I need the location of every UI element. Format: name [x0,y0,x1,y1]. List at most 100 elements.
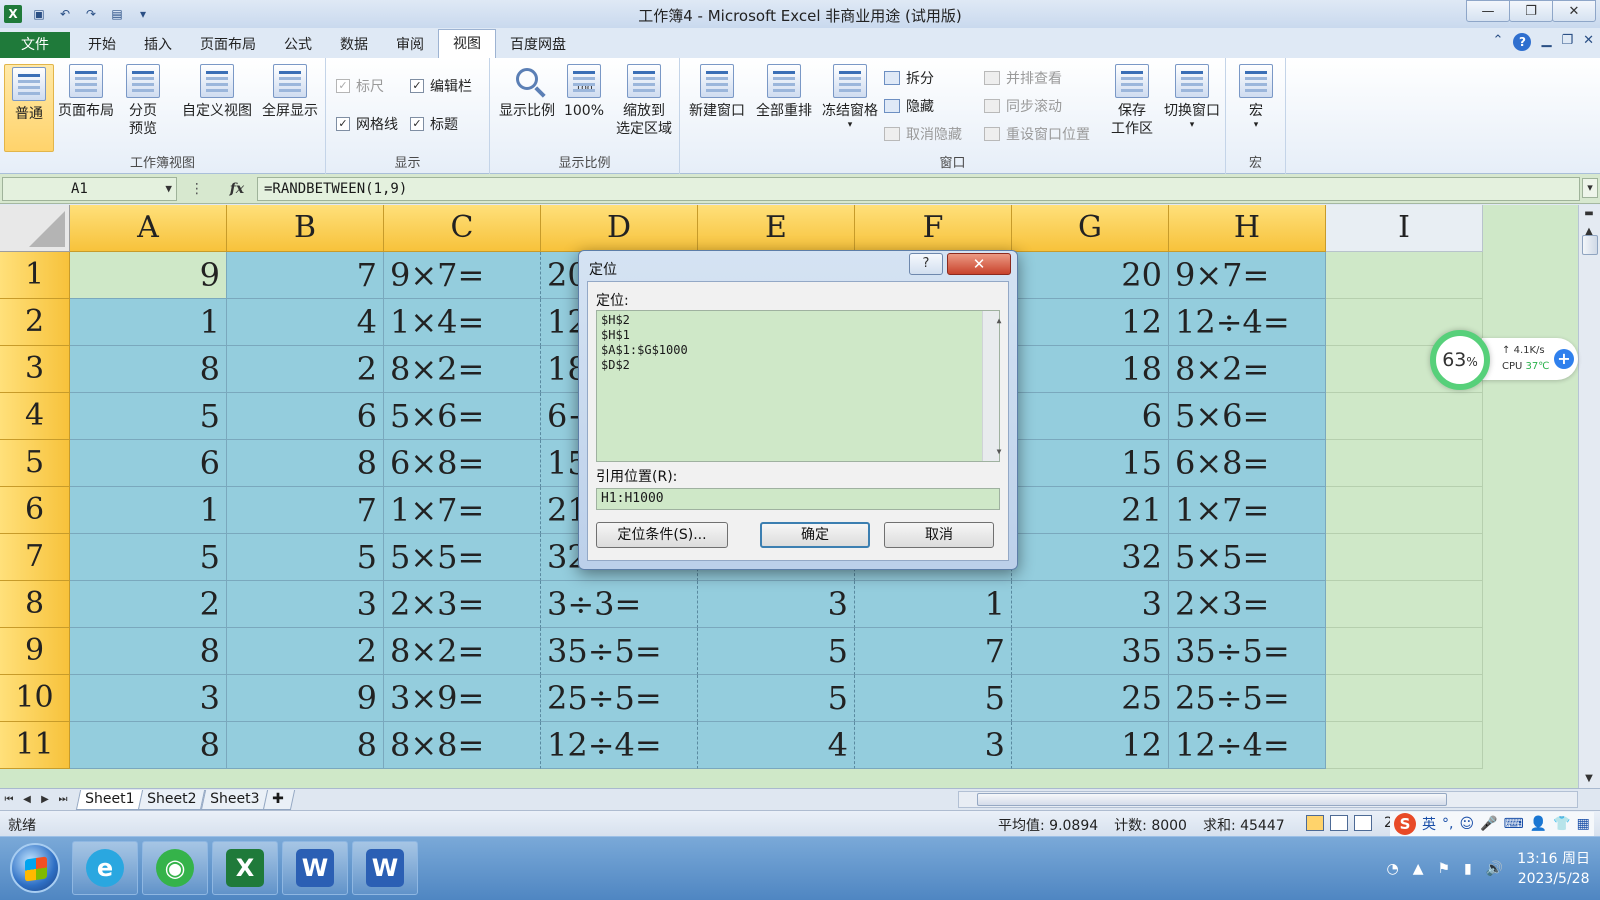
cell[interactable] [1326,393,1483,440]
custom-views-button[interactable]: 自定义视图 [178,64,256,120]
cell[interactable] [1326,487,1483,534]
cell[interactable]: 3 [70,675,227,722]
page-break-status-icon[interactable] [1354,815,1372,831]
cell[interactable]: 3 [227,581,384,628]
cell[interactable]: 8×2= [1169,346,1326,393]
cell[interactable]: 4 [698,722,855,769]
cell[interactable] [1326,581,1483,628]
cell[interactable]: 12 [1012,722,1169,769]
list-scroll-down-icon[interactable]: ▼ [991,444,1007,459]
headings-checkbox[interactable]: ✓ 标题 [410,114,458,134]
action-center-icon[interactable]: ⚑ [1437,861,1450,877]
cell[interactable]: 4 [227,299,384,346]
undo-icon[interactable]: ↶ [56,5,74,23]
zoom-100-button[interactable]: 100 100% [560,64,608,120]
network-monitor-widget[interactable]: ↑ 4.1K/s CPU 37℃ + 63% [1430,330,1580,390]
synchronous-scrolling-button[interactable]: 同步滚动 [984,96,1062,116]
cell[interactable]: 1 [70,299,227,346]
taskbar-word-1[interactable]: W [282,841,348,895]
page-break-preview-button[interactable]: 分页 预览 [118,64,168,138]
new-window-button[interactable]: 新建窗口 [686,64,748,120]
cell[interactable]: 8×2= [384,346,541,393]
cell[interactable]: 8 [227,722,384,769]
gridlines-checkbox[interactable]: ✓ 网格线 [336,114,398,134]
tab-view[interactable]: 视图 [438,29,496,58]
minimize-ribbon-icon[interactable]: ⌃ [1493,33,1504,51]
list-scroll-up-icon[interactable]: ▲ [991,313,1007,328]
show-hidden-icons-icon[interactable]: ▲ [1413,861,1424,877]
keyboard-icon[interactable]: ⌨ [1504,816,1524,832]
clock[interactable]: 13:16 周日 2023/5/28 [1517,849,1590,889]
page-layout-view-button[interactable]: 页面布局 [56,64,116,120]
first-sheet-icon[interactable]: ⏮ [0,794,18,805]
cell[interactable]: 8×8= [384,722,541,769]
cell[interactable]: 25÷5= [1169,675,1326,722]
cell[interactable]: 9 [227,675,384,722]
row-header[interactable]: 10 [0,675,70,722]
goto-list[interactable]: ▲ ▼ $H$2 $H$1 $A$1:$G$1000 $D$2 [596,310,1001,462]
cell[interactable]: 5×5= [384,534,541,581]
list-item[interactable]: $A$1:$G$1000 [601,343,995,358]
vertical-scroll-thumb[interactable] [1582,235,1598,255]
volume-icon[interactable]: 🔊 [1486,861,1503,877]
ok-button[interactable]: 确定 [760,522,870,548]
cell[interactable]: 12÷4= [1169,722,1326,769]
cell[interactable]: 5 [70,393,227,440]
cell[interactable] [1326,628,1483,675]
column-header[interactable]: E [698,205,855,252]
expand-formula-bar-icon[interactable]: ▾ [1582,178,1598,198]
switch-windows-button[interactable]: 切换窗口 ▾ [1160,64,1224,130]
start-button[interactable] [10,843,60,893]
cell[interactable]: 6 [70,440,227,487]
sogou-ime-icon[interactable]: S [1394,813,1416,835]
cell[interactable]: 1×7= [384,487,541,534]
sheet-tab-3[interactable]: Sheet3 [200,789,269,810]
split-box-icon[interactable]: ▬ [1579,205,1599,223]
cell[interactable]: 5 [227,534,384,581]
ruler-checkbox[interactable]: ✓ 标尺 [336,76,384,96]
cell[interactable]: 2×3= [384,581,541,628]
tab-data[interactable]: 数据 [326,32,382,58]
cell[interactable]: 9 [70,252,227,299]
cell[interactable]: 6×8= [384,440,541,487]
punctuation-icon[interactable]: °, [1442,816,1453,832]
cell[interactable]: 8 [70,722,227,769]
cell[interactable]: 3 [855,722,1012,769]
taskbar-ie[interactable]: e [72,841,138,895]
list-item[interactable]: $D$2 [601,358,995,373]
cell[interactable]: 6×8= [1169,440,1326,487]
full-screen-button[interactable]: 全屏显示 [258,64,322,120]
row-header[interactable]: 11 [0,722,70,769]
cell[interactable]: 5 [698,675,855,722]
workbook-close-icon[interactable]: ✕ [1583,33,1594,51]
vertical-scrollbar[interactable]: ▬ ▲ ▼ [1578,205,1600,788]
cell[interactable]: 25 [1012,675,1169,722]
tab-formulas[interactable]: 公式 [270,32,326,58]
emoji-icon[interactable]: ☺ [1459,816,1474,832]
cell[interactable]: 6 [1012,393,1169,440]
signal-icon[interactable]: ▮ [1464,861,1472,877]
excel-logo-icon[interactable]: X [4,5,22,23]
workbook-minimize-icon[interactable]: ▁ [1541,33,1551,51]
normal-view-button[interactable]: 普通 [4,64,54,152]
column-header[interactable]: G [1012,205,1169,252]
voice-input-icon[interactable]: 🎤 [1480,816,1497,832]
horizontal-scrollbar[interactable] [958,791,1578,808]
column-header[interactable]: B [227,205,384,252]
tab-file[interactable]: 文件 [0,32,70,58]
arrange-all-button[interactable]: 全部重排 [752,64,816,120]
row-header[interactable]: 8 [0,581,70,628]
column-header[interactable]: D [541,205,698,252]
tab-page-layout[interactable]: 页面布局 [186,32,270,58]
ime-mode[interactable]: 英 [1422,814,1436,834]
network-tray-icon[interactable]: ◔ [1386,861,1398,877]
cell[interactable]: 12 [1012,299,1169,346]
reference-input[interactable]: H1:H1000 [596,488,1000,510]
sheet-tab-2[interactable]: Sheet2 [138,789,206,810]
tab-baidu-netdisk[interactable]: 百度网盘 [496,32,580,58]
cell[interactable]: 12÷4= [1169,299,1326,346]
row-header[interactable]: 2 [0,299,70,346]
cell[interactable]: 5 [70,534,227,581]
dialog-close-button[interactable]: ✕ [947,253,1011,275]
cell[interactable]: 5×6= [384,393,541,440]
